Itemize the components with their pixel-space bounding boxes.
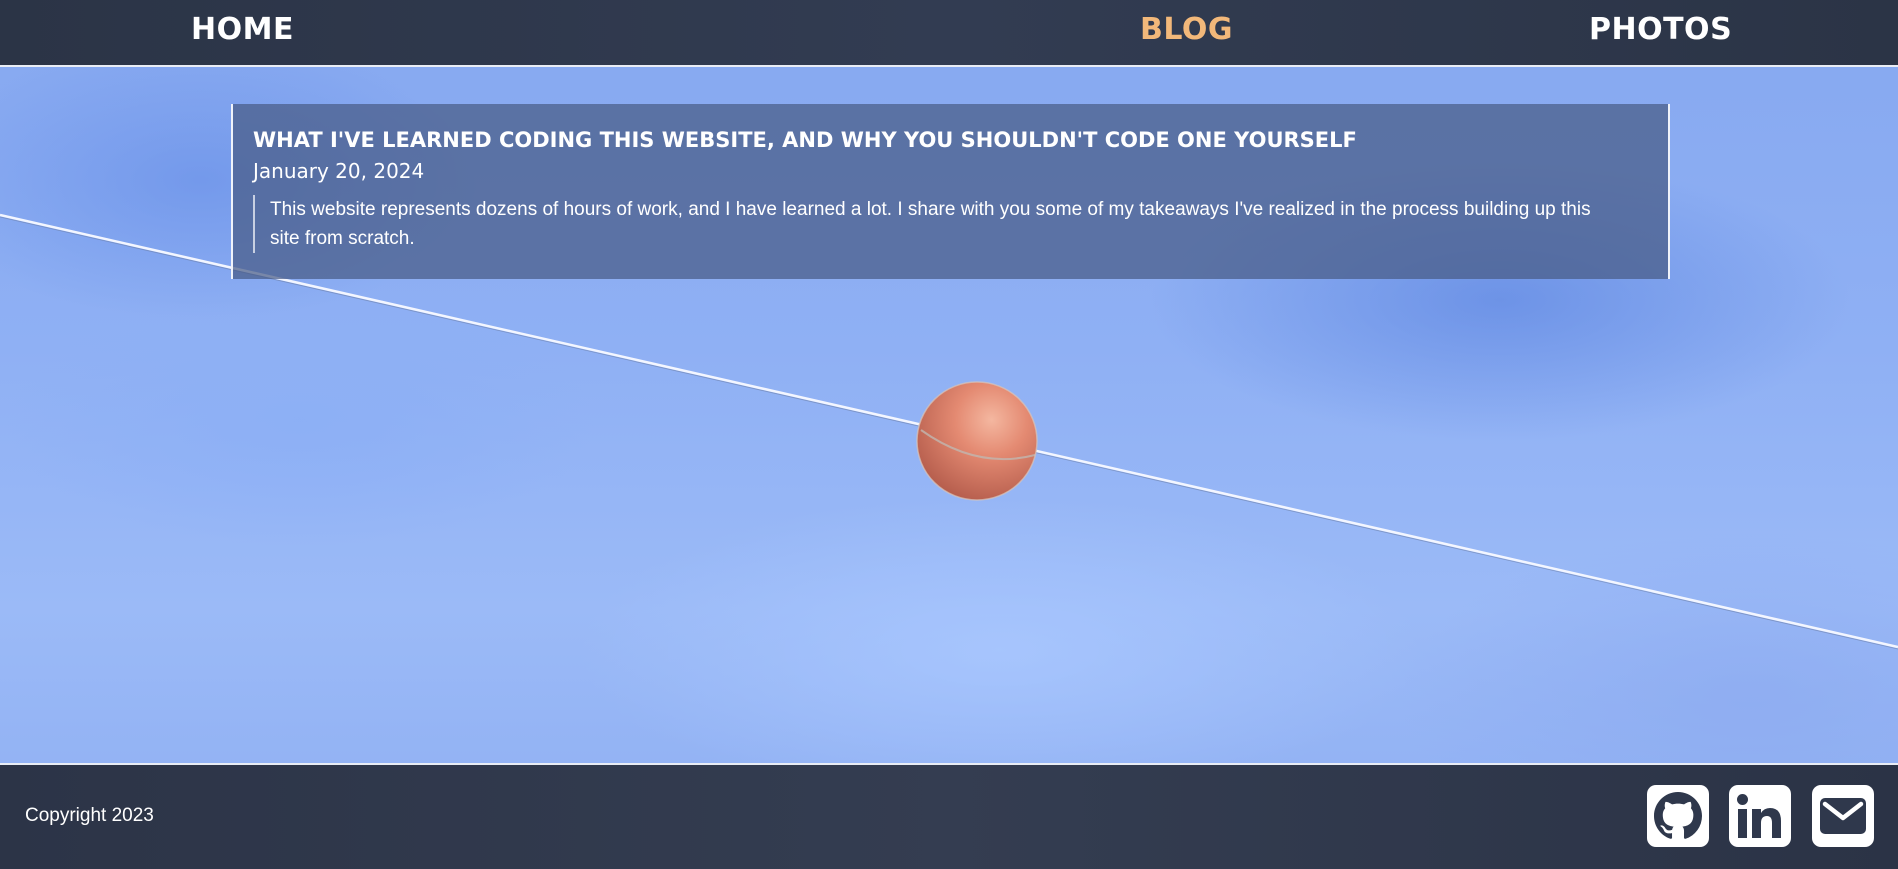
page-footer: Copyright 2023	[0, 763, 1898, 869]
nav-home-link[interactable]: HOME	[191, 12, 294, 47]
blog-post-card[interactable]: WHAT I'VE LEARNED CODING THIS WEBSITE, A…	[231, 104, 1670, 279]
top-navbar: HOME BLOG PHOTOS	[0, 0, 1898, 67]
nav-blog-link[interactable]: BLOG	[1140, 12, 1233, 47]
linkedin-icon	[1737, 794, 1781, 838]
email-link[interactable]	[1812, 785, 1874, 847]
linkedin-link[interactable]	[1729, 785, 1791, 847]
github-icon	[1654, 792, 1702, 839]
post-date: January 20, 2024	[253, 159, 425, 183]
post-title[interactable]: WHAT I'VE LEARNED CODING THIS WEBSITE, A…	[253, 126, 1648, 154]
copyright-text: Copyright 2023	[25, 805, 154, 826]
github-link[interactable]	[1647, 785, 1709, 847]
email-icon	[1820, 798, 1866, 834]
nav-photos-link[interactable]: PHOTOS	[1589, 12, 1732, 47]
post-excerpt: This website represents dozens of hours …	[253, 195, 1623, 253]
